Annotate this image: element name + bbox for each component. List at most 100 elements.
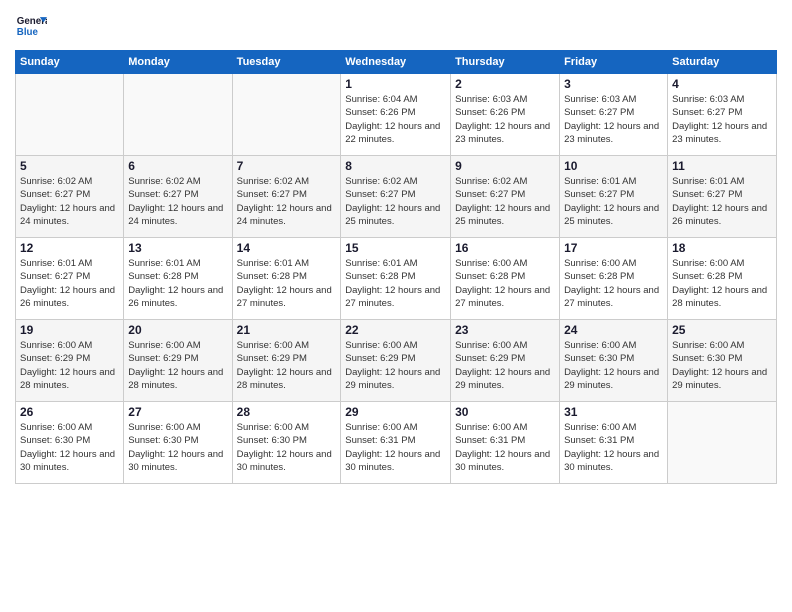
calendar-cell bbox=[668, 402, 777, 484]
header: General Blue bbox=[15, 10, 777, 42]
day-info: Sunrise: 6:01 AMSunset: 6:27 PMDaylight:… bbox=[20, 257, 119, 310]
calendar-cell: 23 Sunrise: 6:00 AMSunset: 6:29 PMDayligh… bbox=[451, 320, 560, 402]
day-number: 29 bbox=[345, 405, 446, 419]
day-info: Sunrise: 6:00 AMSunset: 6:29 PMDaylight:… bbox=[20, 339, 119, 392]
calendar-page: General Blue SundayMondayTuesdayWednesda… bbox=[0, 0, 792, 612]
day-info: Sunrise: 6:00 AMSunset: 6:29 PMDaylight:… bbox=[345, 339, 446, 392]
day-info: Sunrise: 6:03 AMSunset: 6:26 PMDaylight:… bbox=[455, 93, 555, 146]
day-number: 27 bbox=[128, 405, 227, 419]
calendar-cell: 6 Sunrise: 6:02 AMSunset: 6:27 PMDaylight… bbox=[124, 156, 232, 238]
day-number: 7 bbox=[237, 159, 337, 173]
weekday-header-tuesday: Tuesday bbox=[232, 51, 341, 74]
day-number: 20 bbox=[128, 323, 227, 337]
day-info: Sunrise: 6:03 AMSunset: 6:27 PMDaylight:… bbox=[564, 93, 663, 146]
day-number: 9 bbox=[455, 159, 555, 173]
weekday-header-saturday: Saturday bbox=[668, 51, 777, 74]
calendar-cell: 24 Sunrise: 6:00 AMSunset: 6:30 PMDayligh… bbox=[560, 320, 668, 402]
calendar-cell: 20 Sunrise: 6:00 AMSunset: 6:29 PMDayligh… bbox=[124, 320, 232, 402]
calendar-cell: 11 Sunrise: 6:01 AMSunset: 6:27 PMDayligh… bbox=[668, 156, 777, 238]
day-info: Sunrise: 6:00 AMSunset: 6:28 PMDaylight:… bbox=[455, 257, 555, 310]
calendar-cell: 15 Sunrise: 6:01 AMSunset: 6:28 PMDayligh… bbox=[341, 238, 451, 320]
calendar-cell: 30 Sunrise: 6:00 AMSunset: 6:31 PMDayligh… bbox=[451, 402, 560, 484]
day-info: Sunrise: 6:00 AMSunset: 6:29 PMDaylight:… bbox=[237, 339, 337, 392]
week-row-1: 1 Sunrise: 6:04 AMSunset: 6:26 PMDaylight… bbox=[16, 74, 777, 156]
day-info: Sunrise: 6:01 AMSunset: 6:28 PMDaylight:… bbox=[345, 257, 446, 310]
day-number: 5 bbox=[20, 159, 119, 173]
logo: General Blue bbox=[15, 10, 47, 42]
day-number: 23 bbox=[455, 323, 555, 337]
day-info: Sunrise: 6:02 AMSunset: 6:27 PMDaylight:… bbox=[455, 175, 555, 228]
day-number: 6 bbox=[128, 159, 227, 173]
day-info: Sunrise: 6:02 AMSunset: 6:27 PMDaylight:… bbox=[128, 175, 227, 228]
day-info: Sunrise: 6:00 AMSunset: 6:28 PMDaylight:… bbox=[672, 257, 772, 310]
calendar-cell: 3 Sunrise: 6:03 AMSunset: 6:27 PMDaylight… bbox=[560, 74, 668, 156]
week-row-3: 12 Sunrise: 6:01 AMSunset: 6:27 PMDayligh… bbox=[16, 238, 777, 320]
day-number: 13 bbox=[128, 241, 227, 255]
day-info: Sunrise: 6:04 AMSunset: 6:26 PMDaylight:… bbox=[345, 93, 446, 146]
calendar-table: SundayMondayTuesdayWednesdayThursdayFrid… bbox=[15, 50, 777, 484]
calendar-cell: 4Sunrise: 6:03 AMSunset: 6:27 PMDaylight… bbox=[668, 74, 777, 156]
weekday-header-sunday: Sunday bbox=[16, 51, 124, 74]
day-info: Sunrise: 6:00 AMSunset: 6:30 PMDaylight:… bbox=[20, 421, 119, 474]
day-info: Sunrise: 6:01 AMSunset: 6:28 PMDaylight:… bbox=[128, 257, 227, 310]
day-info: Sunrise: 6:02 AMSunset: 6:27 PMDaylight:… bbox=[345, 175, 446, 228]
day-info: Sunrise: 6:01 AMSunset: 6:27 PMDaylight:… bbox=[672, 175, 772, 228]
day-number: 1 bbox=[345, 77, 446, 91]
svg-text:Blue: Blue bbox=[17, 27, 39, 38]
day-number: 19 bbox=[20, 323, 119, 337]
day-info: Sunrise: 6:00 AMSunset: 6:30 PMDaylight:… bbox=[672, 339, 772, 392]
day-info: Sunrise: 6:00 AMSunset: 6:28 PMDaylight:… bbox=[564, 257, 663, 310]
day-number: 31 bbox=[564, 405, 663, 419]
day-number: 2 bbox=[455, 77, 555, 91]
calendar-cell bbox=[124, 74, 232, 156]
day-number: 14 bbox=[237, 241, 337, 255]
day-info: Sunrise: 6:02 AMSunset: 6:27 PMDaylight:… bbox=[20, 175, 119, 228]
weekday-header-monday: Monday bbox=[124, 51, 232, 74]
weekday-header-friday: Friday bbox=[560, 51, 668, 74]
calendar-cell: 17 Sunrise: 6:00 AMSunset: 6:28 PMDayligh… bbox=[560, 238, 668, 320]
calendar-cell bbox=[16, 74, 124, 156]
day-info: Sunrise: 6:00 AMSunset: 6:31 PMDaylight:… bbox=[455, 421, 555, 474]
day-number: 17 bbox=[564, 241, 663, 255]
calendar-cell: 13 Sunrise: 6:01 AMSunset: 6:28 PMDayligh… bbox=[124, 238, 232, 320]
calendar-cell: 26 Sunrise: 6:00 AMSunset: 6:30 PMDayligh… bbox=[16, 402, 124, 484]
day-info: Sunrise: 6:00 AMSunset: 6:31 PMDaylight:… bbox=[564, 421, 663, 474]
calendar-cell: 8 Sunrise: 6:02 AMSunset: 6:27 PMDaylight… bbox=[341, 156, 451, 238]
day-info: Sunrise: 6:00 AMSunset: 6:30 PMDaylight:… bbox=[237, 421, 337, 474]
calendar-cell: 9 Sunrise: 6:02 AMSunset: 6:27 PMDaylight… bbox=[451, 156, 560, 238]
calendar-cell: 16 Sunrise: 6:00 AMSunset: 6:28 PMDayligh… bbox=[451, 238, 560, 320]
week-row-2: 5 Sunrise: 6:02 AMSunset: 6:27 PMDaylight… bbox=[16, 156, 777, 238]
day-number: 28 bbox=[237, 405, 337, 419]
logo-icon: General Blue bbox=[15, 10, 47, 42]
day-info: Sunrise: 6:00 AMSunset: 6:29 PMDaylight:… bbox=[455, 339, 555, 392]
calendar-cell: 1 Sunrise: 6:04 AMSunset: 6:26 PMDaylight… bbox=[341, 74, 451, 156]
day-number: 12 bbox=[20, 241, 119, 255]
day-info: Sunrise: 6:00 AMSunset: 6:30 PMDaylight:… bbox=[564, 339, 663, 392]
day-info: Sunrise: 6:02 AMSunset: 6:27 PMDaylight:… bbox=[237, 175, 337, 228]
day-number: 24 bbox=[564, 323, 663, 337]
day-number: 21 bbox=[237, 323, 337, 337]
calendar-cell: 27Sunrise: 6:00 AMSunset: 6:30 PMDayligh… bbox=[124, 402, 232, 484]
calendar-cell: 7 Sunrise: 6:02 AMSunset: 6:27 PMDaylight… bbox=[232, 156, 341, 238]
calendar-cell: 10Sunrise: 6:01 AMSunset: 6:27 PMDayligh… bbox=[560, 156, 668, 238]
day-number: 22 bbox=[345, 323, 446, 337]
weekday-header-thursday: Thursday bbox=[451, 51, 560, 74]
day-number: 16 bbox=[455, 241, 555, 255]
day-number: 26 bbox=[20, 405, 119, 419]
calendar-cell: 2 Sunrise: 6:03 AMSunset: 6:26 PMDaylight… bbox=[451, 74, 560, 156]
calendar-cell: 25Sunrise: 6:00 AMSunset: 6:30 PMDayligh… bbox=[668, 320, 777, 402]
day-number: 11 bbox=[672, 159, 772, 173]
calendar-cell: 28 Sunrise: 6:00 AMSunset: 6:30 PMDayligh… bbox=[232, 402, 341, 484]
day-info: Sunrise: 6:00 AMSunset: 6:29 PMDaylight:… bbox=[128, 339, 227, 392]
day-number: 3 bbox=[564, 77, 663, 91]
calendar-cell: 5 Sunrise: 6:02 AMSunset: 6:27 PMDaylight… bbox=[16, 156, 124, 238]
day-number: 15 bbox=[345, 241, 446, 255]
week-row-5: 26 Sunrise: 6:00 AMSunset: 6:30 PMDayligh… bbox=[16, 402, 777, 484]
day-number: 8 bbox=[345, 159, 446, 173]
calendar-cell: 31 Sunrise: 6:00 AMSunset: 6:31 PMDayligh… bbox=[560, 402, 668, 484]
day-info: Sunrise: 6:00 AMSunset: 6:31 PMDaylight:… bbox=[345, 421, 446, 474]
day-number: 10 bbox=[564, 159, 663, 173]
day-number: 30 bbox=[455, 405, 555, 419]
calendar-cell: 14Sunrise: 6:01 AMSunset: 6:28 PMDayligh… bbox=[232, 238, 341, 320]
day-number: 18 bbox=[672, 241, 772, 255]
